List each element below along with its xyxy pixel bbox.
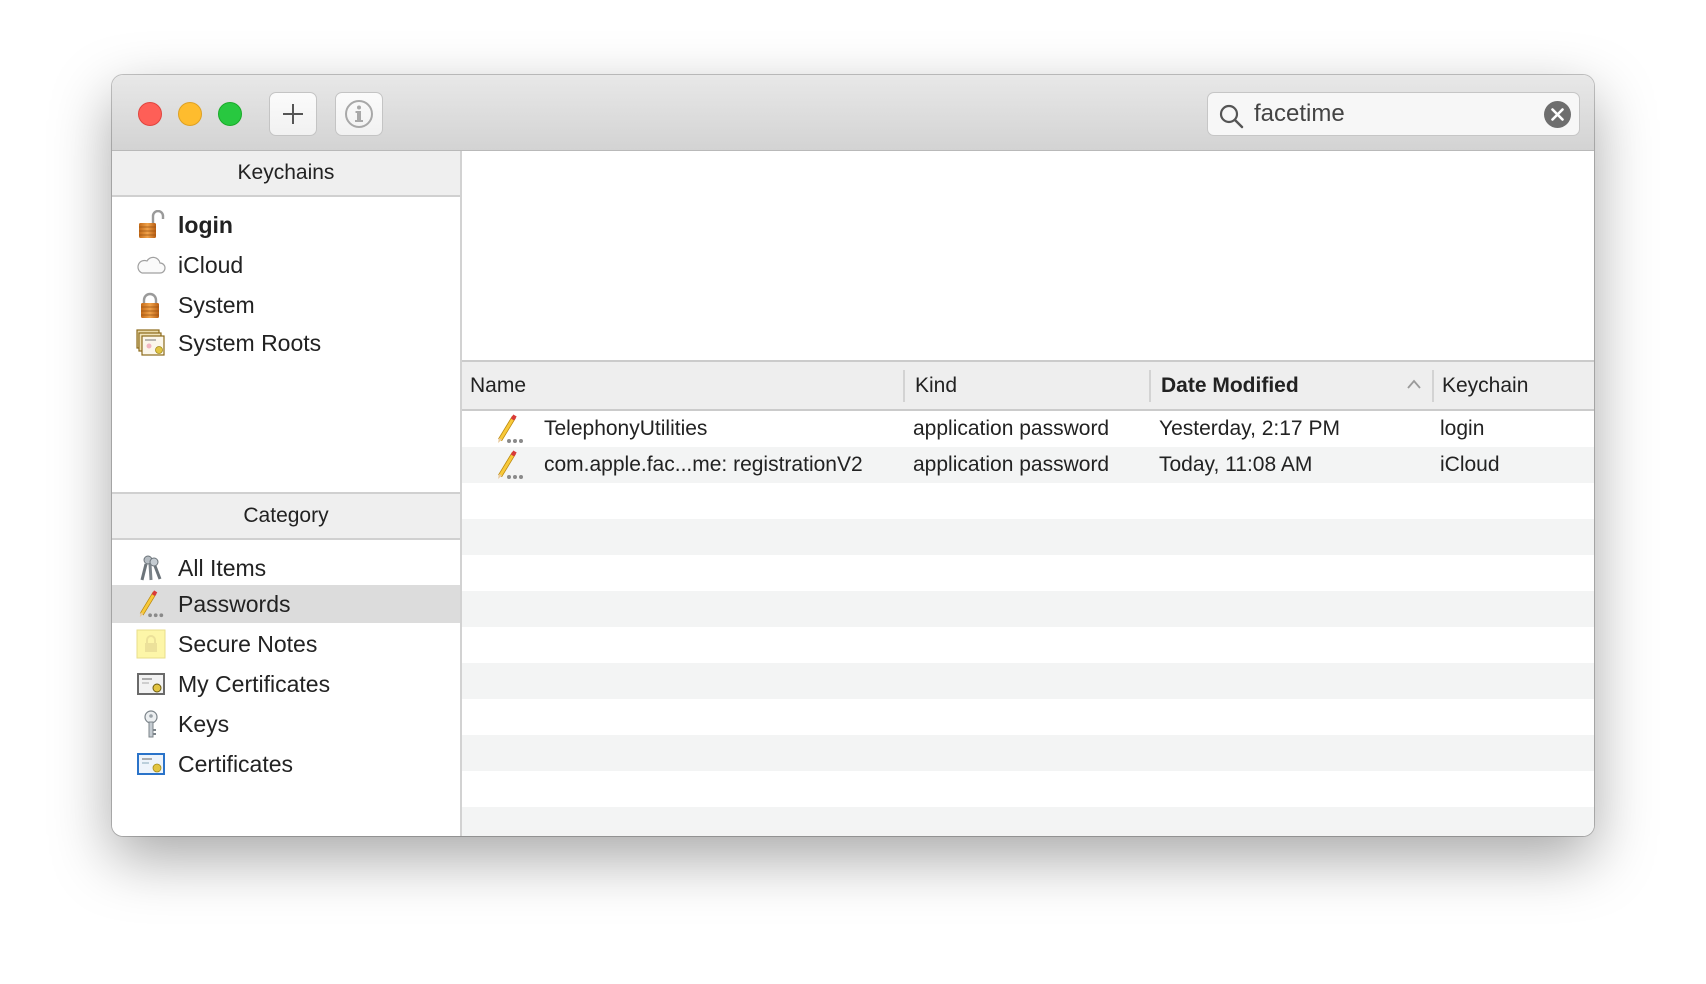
item-preview-pane: [462, 151, 1594, 362]
category-header: Category: [112, 492, 460, 540]
sidebar-category-passwords[interactable]: Passwords: [112, 585, 460, 623]
titlebar: [112, 75, 1594, 151]
sidebar-keychain-label: System Roots: [178, 329, 322, 356]
column-header-kind[interactable]: Kind: [903, 362, 1149, 409]
search-field[interactable]: [1207, 92, 1580, 136]
clear-search-button[interactable]: [1544, 101, 1571, 128]
sidebar-keychain-system-roots[interactable]: System Roots: [112, 324, 460, 362]
empty-row: [462, 555, 1594, 591]
sidebar-keychain-login[interactable]: login: [112, 206, 460, 244]
column-header-keychain[interactable]: Keychain: [1432, 362, 1594, 409]
cell-keychain: iCloud: [1440, 453, 1500, 476]
empty-row: [462, 519, 1594, 555]
main-pane: Name Kind Date Modified Keychain Telepho…: [462, 151, 1594, 836]
cell-date-modified: Today, 11:08 AM: [1159, 453, 1313, 476]
sidebar: Keychains login iCloud System System Roo…: [112, 151, 462, 836]
search-icon: [1219, 104, 1244, 129]
secure-note-icon: [136, 629, 166, 659]
sort-ascending-icon: [1407, 379, 1421, 389]
sidebar-category-certificates[interactable]: Certificates: [112, 745, 460, 783]
table-row[interactable]: TelephonyUtilities application password …: [462, 411, 1594, 447]
table-row[interactable]: com.apple.fac...me: registrationV2 appli…: [462, 447, 1594, 483]
table-header: Name Kind Date Modified Keychain: [462, 362, 1594, 411]
pencil-password-icon: [494, 450, 526, 480]
empty-row: [462, 591, 1594, 627]
get-info-button[interactable]: [335, 92, 383, 136]
certificate-stack-icon: [136, 329, 165, 356]
sidebar-keychain-label: System: [178, 291, 255, 318]
plus-icon: [283, 104, 303, 124]
info-icon: [345, 100, 373, 128]
zoom-window-button[interactable]: [218, 102, 242, 126]
locked-padlock-icon: [141, 292, 159, 318]
sidebar-category-keys[interactable]: Keys: [112, 705, 460, 743]
cell-date-modified: Yesterday, 2:17 PM: [1159, 417, 1340, 440]
minimize-window-button[interactable]: [178, 102, 202, 126]
empty-row: [462, 771, 1594, 807]
sidebar-category-label: My Certificates: [178, 670, 331, 697]
close-window-button[interactable]: [138, 102, 162, 126]
pencil-password-icon: [136, 589, 166, 619]
sidebar-category-label: Secure Notes: [178, 630, 318, 657]
cell-keychain: login: [1440, 417, 1485, 440]
cell-name: TelephonyUtilities: [544, 417, 708, 440]
sidebar-category-label: All Items: [178, 554, 267, 581]
empty-row: [462, 627, 1594, 663]
empty-row: [462, 483, 1594, 519]
sidebar-keychain-icloud[interactable]: iCloud: [112, 246, 460, 284]
cell-kind: application password: [913, 417, 1110, 440]
sidebar-category-label: Passwords: [178, 590, 291, 617]
sidebar-category-my-certificates[interactable]: My Certificates: [112, 665, 460, 703]
sidebar-category-label: Keys: [178, 710, 230, 737]
cell-kind: application password: [913, 453, 1110, 476]
sidebar-keychain-label: iCloud: [178, 251, 244, 278]
keys-icon: [140, 555, 162, 581]
add-item-button[interactable]: [269, 92, 317, 136]
certificate-icon: [137, 753, 165, 775]
category-header-label: Category: [243, 504, 329, 527]
my-certificate-icon: [137, 673, 165, 695]
column-header-name[interactable]: Name: [462, 362, 903, 409]
cell-name: com.apple.fac...me: registrationV2: [544, 453, 863, 476]
empty-row: [462, 807, 1594, 836]
table-body: TelephonyUtilities application password …: [462, 411, 1594, 836]
unlocked-padlock-icon: [139, 210, 165, 238]
column-header-date-modified[interactable]: Date Modified: [1149, 362, 1432, 409]
keychains-header: Keychains: [112, 151, 460, 197]
sidebar-category-all-items[interactable]: All Items: [112, 549, 460, 587]
column-header-label: Keychain: [1442, 373, 1529, 397]
column-header-label: Name: [470, 373, 527, 397]
key-icon: [144, 710, 158, 738]
empty-row: [462, 699, 1594, 735]
keychain-access-window: Keychains login iCloud: [112, 75, 1594, 836]
column-header-label: Date Modified: [1161, 373, 1299, 397]
clear-icon: [1551, 108, 1564, 121]
empty-row: [462, 735, 1594, 771]
keychains-header-label: Keychains: [237, 161, 335, 184]
sidebar-category-secure-notes[interactable]: Secure Notes: [112, 625, 460, 663]
column-header-label: Kind: [915, 373, 958, 397]
sidebar-keychain-label: login: [178, 211, 233, 238]
sidebar-keychain-system[interactable]: System: [112, 286, 460, 324]
search-input[interactable]: [1254, 99, 1524, 129]
pencil-password-icon: [494, 414, 526, 444]
sidebar-category-label: Certificates: [178, 750, 294, 777]
cloud-icon: [137, 256, 166, 274]
empty-row: [462, 663, 1594, 699]
